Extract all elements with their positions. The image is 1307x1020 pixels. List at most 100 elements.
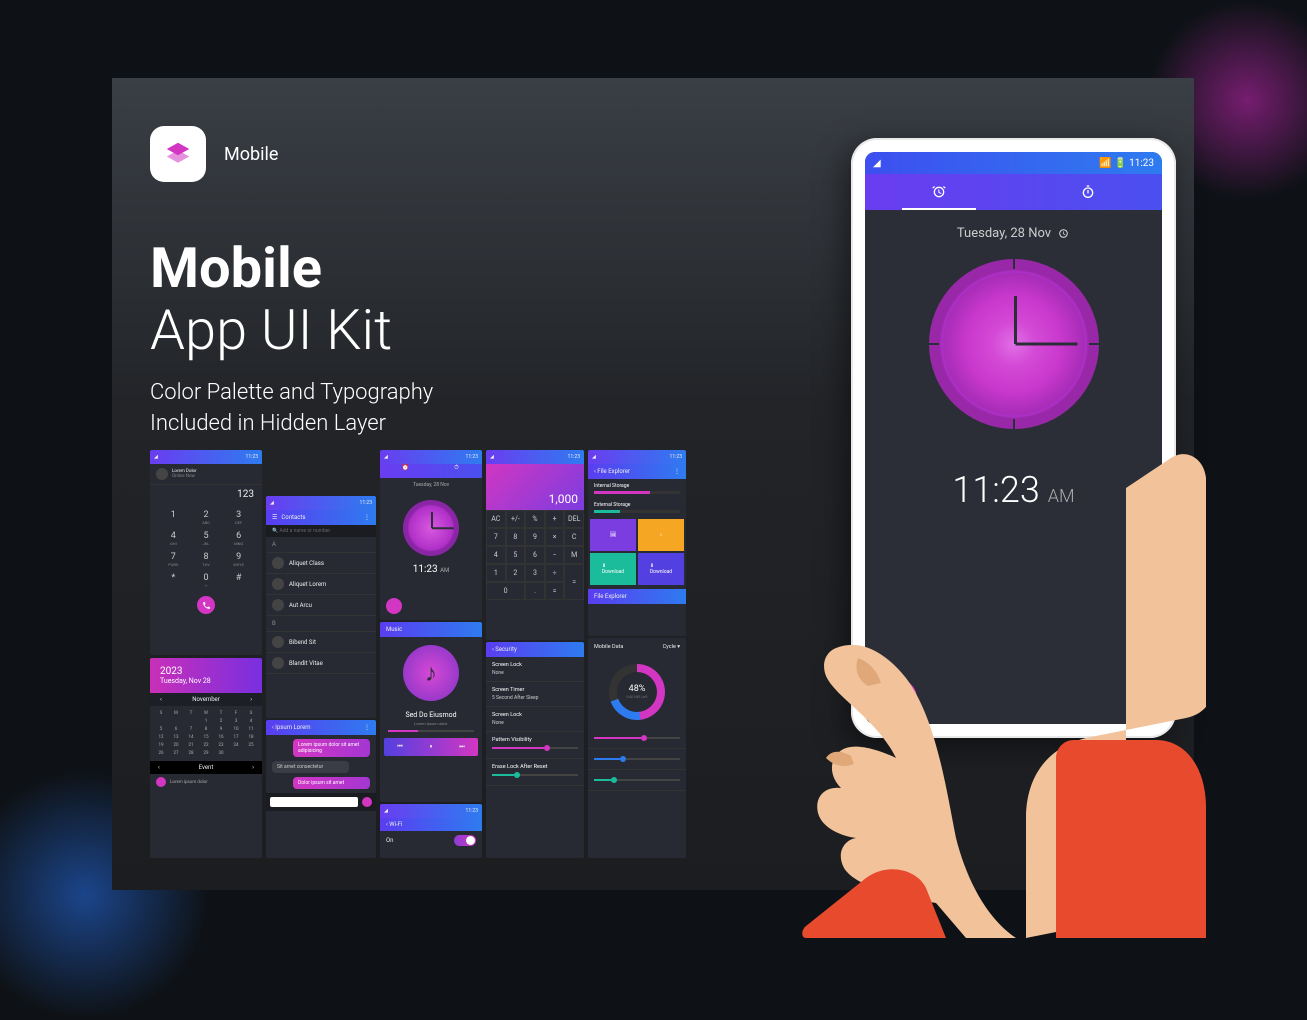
event-row: Lorem ipsum dolor — [150, 774, 262, 790]
calc-keypad: AC+/-%+DEL 789×C 456−M 123÷= 0.= — [486, 510, 584, 600]
call-button[interactable] — [197, 596, 215, 614]
contact-row[interactable]: Blandit Vitae — [266, 653, 376, 674]
app-icon — [150, 126, 206, 182]
cal-date: Tuesday, Nov 28 — [154, 677, 258, 689]
alarm-tab[interactable]: ⏰ — [380, 464, 431, 478]
section-a: A — [266, 537, 376, 553]
track-title: Sed Do Eiusmod — [380, 709, 482, 721]
contacts-screen: ◢11:23 ☰Contacts⋮ 🔍 Add a name or number… — [266, 496, 376, 718]
sec-slider-row: Erase Lock After Reset — [486, 759, 584, 786]
hand-illustration — [626, 278, 1206, 938]
key-star[interactable]: * — [171, 573, 175, 588]
progress-bar[interactable] — [388, 730, 474, 732]
next-month[interactable]: › — [250, 696, 252, 703]
album-art: ♪ — [403, 645, 459, 701]
mini-status-bar: ◢11:23 — [150, 450, 262, 464]
sec-row[interactable]: Screen Timer5 Second After Sleep — [486, 682, 584, 707]
calc-display: 1,000 — [486, 464, 584, 510]
cal-header: 2023 Tuesday, Nov 28 — [150, 658, 262, 693]
more-icon[interactable]: ⋮ — [364, 514, 370, 521]
chat-input[interactable] — [270, 797, 358, 807]
calculator-screen: ◢11:23 1,000 AC+/-%+DEL 789×C 456−M 123÷… — [486, 450, 584, 640]
mini-clock-face — [403, 500, 459, 556]
dialpad: 1 2ABC 3DEF 4GHI 5JKL 6MNO 7PQRS 8TUV 9WXYZ * 0… — [150, 504, 262, 594]
security-screen: ‹ Security Screen LockNone Screen Timer5… — [486, 642, 584, 858]
key-2[interactable]: 2ABC — [202, 510, 210, 525]
headline: Mobile App UI Kit — [150, 238, 392, 361]
phone-icon — [202, 601, 211, 610]
msg-out: Lorem ipsum dolor sit amet adipisicing — [293, 739, 370, 757]
security-header: ‹ Security — [486, 642, 584, 657]
key-9[interactable]: 9WXYZ — [233, 552, 244, 567]
stopwatch-icon — [1080, 184, 1096, 200]
sec-row[interactable]: Screen LockNone — [486, 657, 584, 682]
contact-row[interactable]: Aliquet Class — [266, 553, 376, 574]
wifi-on-label: On — [386, 837, 393, 844]
stopwatch-tab[interactable] — [1014, 174, 1163, 210]
presentation-canvas: Mobile Mobile App UI Kit Color Palette a… — [112, 78, 1194, 890]
dialer-screen: ◢11:23 Lorem DolorOnline Now 123 12ABC3D… — [150, 450, 262, 655]
subheadline: Color Palette and Typography Included in… — [150, 378, 433, 440]
mini-status: ◢11:23 — [380, 804, 482, 818]
event-bar: ‹Event› — [150, 761, 262, 774]
section-b: B — [266, 616, 376, 632]
alarm-tab[interactable] — [865, 174, 1014, 210]
key-8[interactable]: 8TUV — [202, 552, 210, 567]
tab-bar — [865, 174, 1162, 210]
month-label: November — [192, 696, 220, 703]
phone-mockup: ◢ 📶 🔋 11:23 Tuesday, 28 Nov 11:23AM — [756, 138, 1216, 898]
play-btn[interactable]: ⏸ — [429, 743, 432, 751]
contact-row[interactable]: Bibend Sit — [266, 632, 376, 653]
screen-cluster: ◢11:23 Lorem DolorOnline Now 123 12ABC3D… — [150, 450, 670, 858]
key-hash[interactable]: # — [236, 573, 242, 588]
wifi-toggle[interactable] — [454, 835, 476, 846]
chat-header: ‹ Ipsum Lorem⋮ — [266, 720, 376, 735]
player-controls: ⏮ ⏸ ⏭ — [384, 738, 478, 756]
cal-year: 2023 — [154, 662, 258, 677]
cal-nav: ‹ November › — [150, 693, 262, 706]
mic-button[interactable] — [362, 797, 372, 807]
chat-input-bar — [266, 793, 376, 811]
prev-btn[interactable]: ⏮ — [397, 743, 402, 751]
calendar-screen: 2023 Tuesday, Nov 28 ‹November› SMTWTFS … — [150, 658, 262, 858]
contact-row[interactable]: Aliquet Lorem — [266, 574, 376, 595]
key-1[interactable]: 1 — [171, 510, 176, 525]
subhead-line1: Color Palette and Typography — [150, 378, 433, 409]
signal-icon: ◢ — [873, 158, 881, 169]
status-right: 📶 🔋 11:23 — [1099, 158, 1154, 169]
headline-line2: App UI Kit — [150, 300, 392, 362]
key-7[interactable]: 7PQRS — [168, 552, 178, 567]
key-0[interactable]: 0+ — [203, 573, 208, 588]
layers-icon — [163, 139, 193, 169]
mini-time: 11:23 AM — [380, 564, 482, 575]
status-bar: ◢ 📶 🔋 11:23 — [865, 152, 1162, 174]
key-4[interactable]: 4GHI — [170, 531, 177, 546]
next-btn[interactable]: ⏭ — [459, 743, 464, 751]
contacts-header: ☰Contacts⋮ — [266, 510, 376, 525]
mini-status: ◢11:23 — [380, 450, 482, 464]
dial-display: 123 — [150, 485, 262, 504]
mini-date: Tuesday, 28 Nov — [380, 478, 482, 492]
timer-tab[interactable]: ⏱ — [431, 464, 482, 478]
wifi-screen: ◢11:23 ‹ Wi-Fi On — [380, 804, 482, 858]
clock-date: Tuesday, 28 Nov — [865, 210, 1162, 249]
alarm-icon — [1057, 227, 1070, 240]
alarm-icon — [931, 184, 947, 200]
chat-screen: ‹ Ipsum Lorem⋮ Lorem ipsum dolor sit ame… — [266, 720, 376, 858]
event-dot — [156, 777, 166, 787]
headline-line1: Mobile — [150, 238, 392, 300]
fab-mini[interactable] — [386, 598, 402, 614]
key-6[interactable]: 6MNO — [234, 531, 243, 546]
prev-month[interactable]: ‹ — [160, 696, 162, 703]
app-badge: Mobile — [150, 126, 278, 182]
subhead-line2: Included in Hidden Layer — [150, 409, 433, 440]
msg-out: Dolor ipsum sit amet — [293, 777, 370, 789]
msg-in: Sit amet consectetur — [272, 761, 349, 773]
key-3[interactable]: 3DEF — [235, 510, 242, 525]
key-5[interactable]: 5JKL — [203, 531, 210, 546]
sec-slider-row: Pattern Visibility — [486, 732, 584, 759]
sec-row[interactable]: Screen LockNone — [486, 707, 584, 732]
search-bar[interactable]: 🔍 Add a name or number — [266, 525, 376, 537]
contact-row[interactable]: Aut Arcu — [266, 595, 376, 616]
menu-icon[interactable]: ☰ — [272, 514, 277, 521]
